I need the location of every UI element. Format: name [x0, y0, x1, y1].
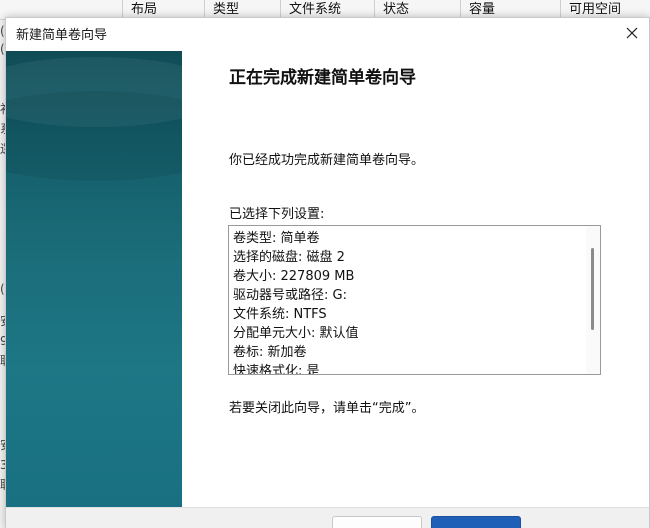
close-icon [626, 27, 638, 39]
close-button[interactable] [615, 18, 649, 48]
setting-volume-type: 卷类型: 简单卷 [233, 231, 320, 246]
new-simple-volume-wizard: 新建简单卷向导 正在完成新建简单卷向导 你已经成功完成新建简单卷向导。 已选择下… [5, 17, 650, 528]
background-fragment: ( [0, 42, 5, 56]
setting-selected-disk: 选择的磁盘: 磁盘 2 [233, 250, 345, 265]
wizard-content: 正在完成新建简单卷向导 你已经成功完成新建简单卷向导。 已选择下列设置: 卷类型… [182, 51, 649, 507]
setting-drive-letter: 驱动器号或路径: G: [233, 288, 347, 303]
dialog-title: 新建简单卷向导 [16, 28, 108, 43]
dialog-footer [6, 507, 649, 528]
finish-button[interactable] [431, 516, 521, 528]
setting-allocation-unit-size: 分配单元大小: 默认值 [233, 326, 359, 341]
back-button[interactable] [332, 516, 422, 528]
completion-message: 你已经成功完成新建简单卷向导。 [229, 153, 425, 168]
settings-scrollbar[interactable] [586, 226, 600, 374]
background-fragment: ( [0, 282, 5, 296]
setting-volume-label: 卷标: 新加卷 [233, 345, 307, 360]
page-heading: 正在完成新建简单卷向导 [229, 68, 416, 88]
settings-list: 卷类型: 简单卷 选择的磁盘: 磁盘 2 卷大小: 227809 MB 驱动器号… [233, 229, 359, 375]
background-fragment: ( [0, 24, 5, 38]
setting-quick-format: 快速格式化: 是 [233, 364, 320, 375]
settings-label: 已选择下列设置: [229, 207, 325, 222]
settings-summary-box[interactable]: 卷类型: 简单卷 选择的磁盘: 磁盘 2 卷大小: 227809 MB 驱动器号… [228, 225, 601, 375]
setting-volume-size: 卷大小: 227809 MB [233, 269, 355, 284]
setting-file-system: 文件系统: NTFS [233, 307, 327, 322]
close-instructions: 若要关闭此向导，请单击“完成”。 [229, 401, 425, 416]
scrollbar-thumb[interactable] [591, 248, 594, 330]
wizard-side-banner [6, 51, 182, 507]
dialog-titlebar[interactable]: 新建简单卷向导 [6, 18, 649, 48]
